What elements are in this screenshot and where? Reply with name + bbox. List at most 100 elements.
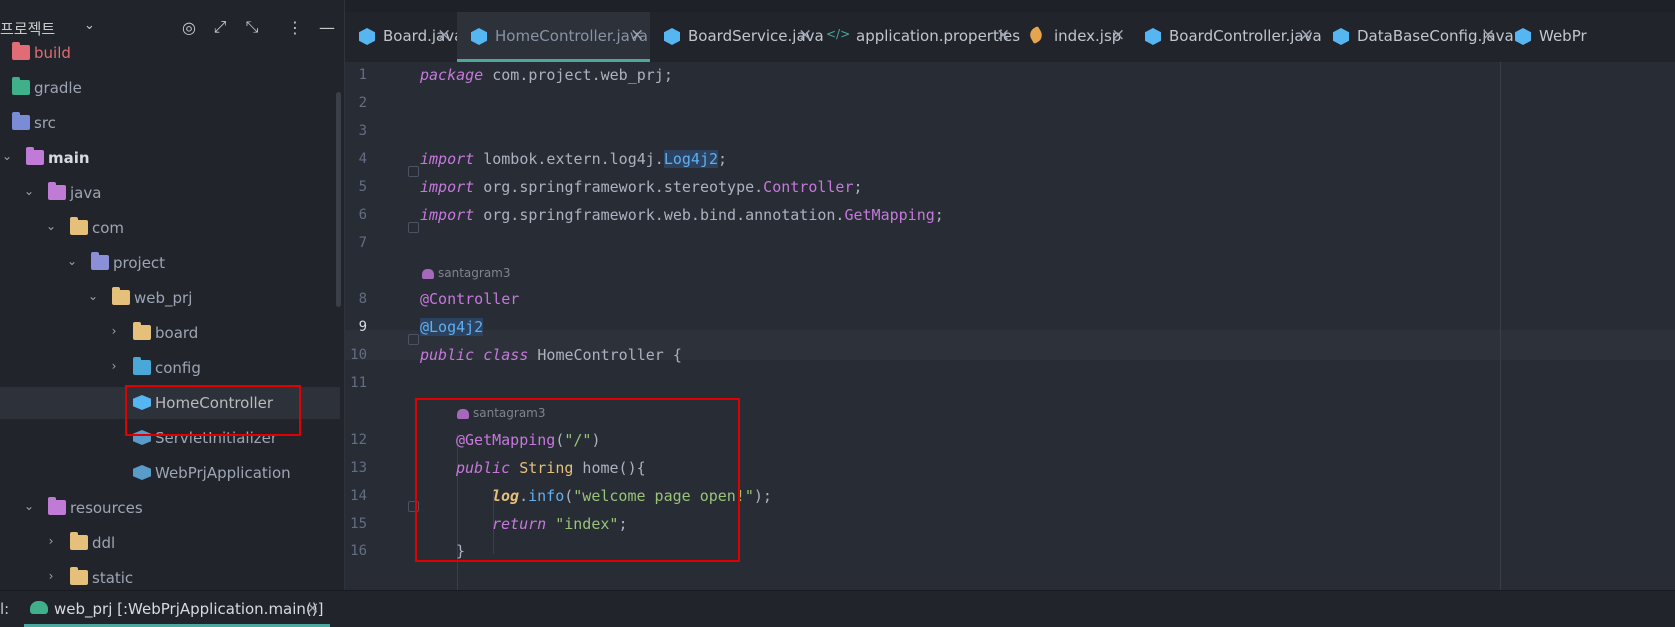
tree-item-label: resources (70, 499, 143, 517)
tree-item-src[interactable]: ›src (0, 107, 340, 139)
code-line-8: @Controller (420, 290, 520, 308)
tab-board-java[interactable]: Board.java × (345, 12, 463, 62)
folder-icon (70, 567, 88, 585)
folder-main-icon (26, 147, 44, 165)
java-class-icon (471, 28, 487, 45)
folder-icon (70, 217, 88, 235)
line-number: 10 (350, 347, 367, 363)
tree-item-java[interactable]: ⌄ java (0, 177, 340, 209)
tab-boardservice-java[interactable]: BoardService.java × (650, 12, 824, 62)
code-line-1: package com.project.web_prj; (420, 66, 673, 84)
code-line-12: @GetMapping("/") (456, 431, 601, 449)
line-number: 8 (358, 291, 367, 307)
tree-item-web_prj[interactable]: ⌄ web_prj (0, 282, 340, 314)
tree-item-static[interactable]: › static (0, 562, 340, 590)
tab-application-properties[interactable]: </> application.properties × (818, 12, 1020, 62)
tree-item-label: src (34, 114, 56, 132)
tree-item-label: HomeController (155, 394, 274, 412)
java-class-icon (664, 28, 680, 45)
chevron-down-icon[interactable]: ⌄ (22, 184, 36, 198)
tab-homecontroller-java[interactable]: HomeController.java × (457, 12, 650, 62)
tree-item-label: config (155, 359, 201, 377)
tree-item-label: java (70, 184, 102, 202)
line-number: 1 (358, 67, 367, 83)
folder-resources-icon (48, 497, 66, 515)
tree-item-board[interactable]: › board (0, 317, 340, 349)
hide-panel-icon[interactable]: — (316, 16, 338, 38)
editor-tab-bar: Board.java × HomeController.java × BoardServ… (345, 12, 1675, 63)
close-icon[interactable]: × (996, 25, 1010, 45)
locate-target-icon[interactable]: ◎ (178, 16, 200, 38)
chevron-down-icon[interactable]: ⌄ (84, 18, 95, 33)
tree-item-label: ServletInitializer (155, 429, 278, 447)
tree-item-label: board (155, 324, 199, 342)
code-line-14: log.info("welcome page open!"); (492, 487, 772, 505)
options-menu-icon[interactable]: ⋮ (284, 16, 306, 38)
chevron-right-icon[interactable]: › (44, 534, 58, 548)
tree-item-config[interactable]: › config (0, 352, 340, 384)
chevron-right-icon[interactable]: › (44, 569, 58, 583)
project-view-title[interactable]: 프로젝트 (0, 18, 55, 39)
method-highlight-box (415, 398, 740, 562)
java-class-icon (1333, 28, 1349, 45)
close-icon[interactable]: × (437, 25, 451, 45)
close-icon[interactable]: × (1299, 25, 1313, 45)
fold-marker-icon[interactable] (408, 222, 419, 233)
tree-item-label: project (113, 254, 166, 272)
close-icon[interactable]: × (1481, 25, 1495, 45)
line-number: 12 (350, 432, 367, 448)
tab-databaseconfig-java[interactable]: DataBaseConfig.java × (1319, 12, 1514, 62)
chevron-down-icon[interactable]: ⌄ (44, 219, 58, 233)
tree-item-ddl[interactable]: › ddl (0, 527, 340, 559)
sidebar-scrollbar[interactable] (336, 92, 341, 307)
code-line-13: public String home(){ (456, 459, 646, 477)
tree-item-webprjapplication[interactable]: WebPrjApplication (0, 457, 340, 489)
chevron-right-icon[interactable]: › (107, 324, 121, 338)
chevron-right-icon[interactable]: › (107, 359, 121, 373)
tree-item-resources[interactable]: ⌄ resources (0, 492, 340, 524)
tree-item-label: WebPrjApplication (155, 464, 291, 482)
close-icon[interactable]: × (306, 598, 319, 617)
tree-item-servletinitializer[interactable]: ServletInitializer (0, 422, 340, 454)
people-icon (422, 268, 434, 279)
expand-all-icon[interactable]: ⤢ (209, 16, 231, 38)
java-class-icon (133, 395, 151, 410)
collapse-all-icon[interactable]: ⤡ (241, 16, 263, 38)
tree-item-com[interactable]: ⌄ com (0, 212, 340, 244)
code-editor[interactable]: 1 2 3 4 5 6 7 8 9 10 11 12 13 14 15 16 package com.proj… (345, 62, 1675, 590)
people-icon (457, 408, 469, 419)
tree-item-main[interactable]: ⌄ main (0, 142, 340, 174)
tree-item-label: main (48, 149, 90, 167)
tree-item-label: com (92, 219, 125, 237)
folder-gradle-icon (12, 77, 30, 95)
fold-marker-icon[interactable] (408, 501, 419, 512)
close-icon[interactable]: × (630, 25, 644, 45)
fold-marker-icon[interactable] (408, 166, 419, 177)
run-config-label: web_prj [:WebPrjApplication.main()] (54, 600, 324, 618)
code-author-hint[interactable]: santagram3 (457, 406, 546, 420)
line-number: 11 (350, 375, 367, 391)
run-config-tab[interactable]: web_prj [:WebPrjApplication.main()] × (24, 591, 330, 627)
line-number-gutter[interactable]: 1 2 3 4 5 6 7 8 9 10 11 12 13 14 15 16 (345, 62, 405, 590)
code-author-hint[interactable]: santagram3 (422, 266, 511, 280)
tab-webpr[interactable]: WebPr (1501, 12, 1675, 62)
jsp-icon (1027, 25, 1045, 45)
chevron-down-icon[interactable]: ⌄ (0, 149, 14, 163)
code-line-16: } (456, 542, 466, 560)
tree-item-homecontroller[interactable]: HomeController (0, 387, 340, 419)
fold-marker-icon[interactable] (408, 334, 419, 345)
chevron-down-icon[interactable]: ⌄ (86, 289, 100, 303)
line-number: 16 (350, 543, 367, 559)
chevron-down-icon[interactable]: ⌄ (22, 499, 36, 513)
tree-item-build[interactable]: ›build (0, 37, 340, 69)
close-icon[interactable]: × (798, 25, 812, 45)
close-icon[interactable]: × (1111, 25, 1125, 45)
tree-item-label: static (92, 569, 134, 587)
line-number: 7 (358, 235, 367, 251)
tab-boardcontroller-java[interactable]: BoardController.java × (1131, 12, 1322, 62)
tab-index-jsp[interactable]: index.jsp × (1016, 12, 1131, 62)
tree-item-label: web_prj (134, 289, 193, 307)
tree-item-gradle[interactable]: ›gradle (0, 72, 340, 104)
tree-item-project[interactable]: ⌄ project (0, 247, 340, 279)
chevron-down-icon[interactable]: ⌄ (65, 254, 79, 268)
